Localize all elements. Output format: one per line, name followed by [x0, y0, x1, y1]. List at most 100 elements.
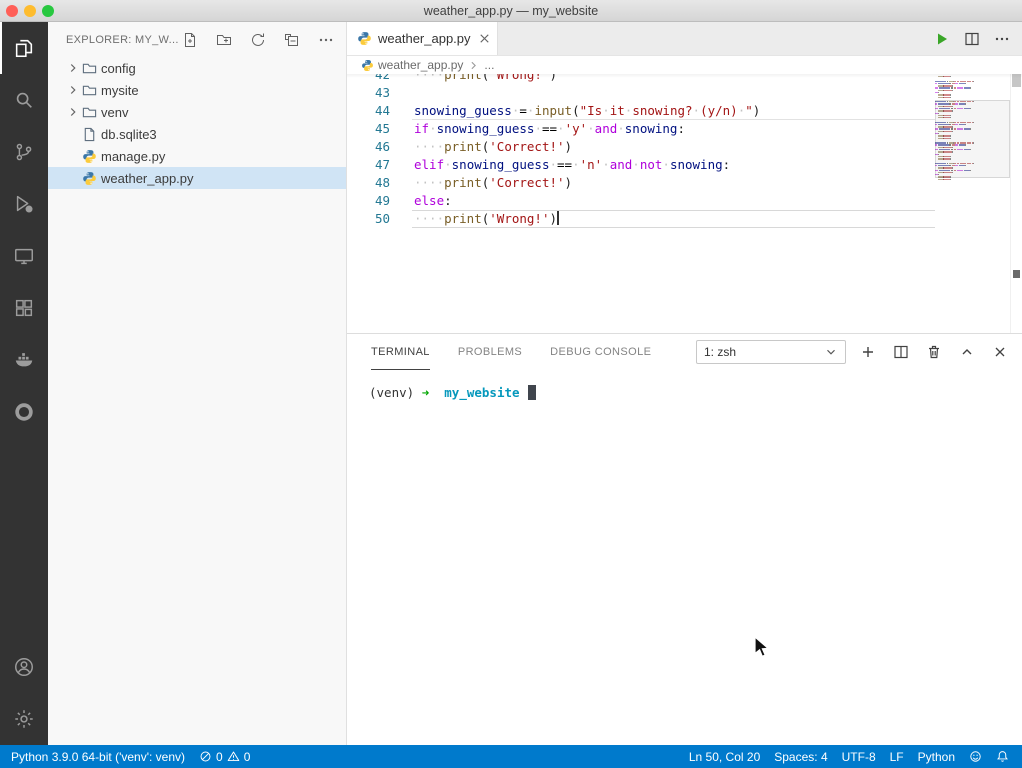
- panel-tab-problems[interactable]: PROBLEMS: [458, 334, 522, 370]
- tree-item-label: db.sqlite3: [101, 127, 157, 142]
- code-line-46[interactable]: 46····print('Correct!'): [347, 138, 935, 156]
- code-token: ·: [549, 157, 557, 172]
- code-line-text[interactable]: elif·snowing_guess·==·'n'·and·not·snowin…: [414, 156, 935, 174]
- tree-item-db-sqlite3[interactable]: db.sqlite3: [48, 123, 346, 145]
- code-line-text[interactable]: [414, 84, 935, 102]
- terminal-output[interactable]: (venv) ➜ my_website: [347, 370, 1022, 730]
- code-line-45[interactable]: 45if·snowing_guess·==·'y'·and·snowing:: [347, 120, 935, 138]
- code-token: if: [414, 121, 429, 136]
- python-file-icon: [361, 59, 374, 72]
- new-terminal-button[interactable]: [860, 344, 876, 360]
- code-line-text[interactable]: snowing_guess·=·input("Is·it·snowing?·(y…: [414, 102, 935, 120]
- breadcrumb-file[interactable]: weather_app.py: [378, 58, 463, 72]
- terminal-shell-select[interactable]: 1: zsh: [696, 340, 846, 364]
- code-line-42[interactable]: 42····print('Wrong!'): [347, 74, 935, 84]
- tree-item-label: venv: [101, 105, 128, 120]
- problems-status[interactable]: 00: [192, 745, 257, 768]
- close-panel-button[interactable]: [992, 344, 1008, 360]
- run-file-button[interactable]: [934, 31, 950, 47]
- code-line-48[interactable]: 48····print('Correct!'): [347, 174, 935, 192]
- code-line-text[interactable]: ····print('Correct!'): [414, 174, 935, 192]
- zoom-window-button[interactable]: [42, 5, 54, 17]
- code-token: snowing: [670, 157, 723, 172]
- scrollbar-thumb[interactable]: [1012, 74, 1021, 87]
- close-window-button[interactable]: [6, 5, 18, 17]
- python-icon: [82, 171, 101, 186]
- code-line-50[interactable]: 50····print('Wrong!'): [347, 210, 935, 228]
- code-line-text[interactable]: ····print('Wrong!'): [414, 74, 935, 84]
- line-number[interactable]: 46: [347, 138, 414, 156]
- activity-item-docker[interactable]: [0, 334, 48, 386]
- minimap-line: [935, 76, 1010, 77]
- activity-item-run-debug[interactable]: [0, 178, 48, 230]
- code-line-47[interactable]: 47elif·snowing_guess·==·'n'·and·not·snow…: [347, 156, 935, 174]
- code-token: ·: [557, 121, 565, 136]
- notifications-bell-button[interactable]: [989, 745, 1016, 768]
- new-folder-icon[interactable]: [216, 32, 232, 48]
- tree-item-mysite[interactable]: mysite: [48, 79, 346, 101]
- activity-item-search[interactable]: [0, 74, 48, 126]
- activity-item-remote-explorer[interactable]: [0, 230, 48, 282]
- line-number[interactable]: 49: [347, 192, 414, 210]
- line-number[interactable]: 42: [347, 74, 414, 84]
- activity-item-account[interactable]: [0, 641, 48, 693]
- line-number[interactable]: 48: [347, 174, 414, 192]
- code-token: ·: [429, 121, 437, 136]
- status-encoding[interactable]: UTF-8: [835, 745, 883, 768]
- more-editor-actions-button[interactable]: [994, 31, 1010, 47]
- refresh-icon[interactable]: [250, 32, 266, 48]
- minimap[interactable]: [935, 74, 1010, 333]
- code-line-text[interactable]: else:: [414, 192, 935, 210]
- split-terminal-button[interactable]: [893, 344, 909, 360]
- feedback-button[interactable]: [962, 745, 989, 768]
- code-line-44[interactable]: 44snowing_guess·=·input("Is·it·snowing?·…: [347, 102, 935, 120]
- bell-icon: [996, 750, 1009, 763]
- more-icon[interactable]: [318, 32, 334, 48]
- line-number[interactable]: 43: [347, 84, 414, 102]
- minimap-slider[interactable]: [935, 100, 1010, 178]
- status-language-mode[interactable]: Python: [911, 745, 962, 768]
- activity-item-circle[interactable]: [0, 386, 48, 438]
- activity-item-extensions[interactable]: [0, 282, 48, 334]
- activity-item-explorer[interactable]: [0, 22, 48, 74]
- source-control-icon: [13, 141, 35, 163]
- code-line-49[interactable]: 49else:: [347, 192, 935, 210]
- tree-item-config[interactable]: config: [48, 57, 346, 79]
- activity-item-source-control[interactable]: [0, 126, 48, 178]
- code-editor[interactable]: 42····print('Wrong!')4344snowing_guess·=…: [347, 74, 1022, 333]
- activity-item-settings[interactable]: [0, 693, 48, 745]
- new-file-icon[interactable]: [182, 32, 198, 48]
- code-line-text[interactable]: ····print('Wrong!'): [414, 210, 935, 228]
- line-number[interactable]: 47: [347, 156, 414, 174]
- collapse-all-icon[interactable]: [284, 32, 300, 48]
- minimize-window-button[interactable]: [24, 5, 36, 17]
- panel-tab-terminal[interactable]: TERMINAL: [371, 334, 430, 370]
- kill-terminal-button[interactable]: [926, 344, 942, 360]
- minimap-line: [935, 87, 1010, 88]
- code-token: ····: [414, 211, 444, 226]
- breadcrumb-symbol[interactable]: ...: [484, 58, 494, 72]
- code-token: snowing_guess: [414, 103, 512, 118]
- minimap-line: [935, 78, 1010, 79]
- code-token: 'y': [565, 121, 588, 136]
- status-eol[interactable]: LF: [883, 745, 911, 768]
- python-interpreter-status[interactable]: Python 3.9.0 64-bit ('venv': venv): [4, 745, 192, 768]
- code-line-text[interactable]: if·snowing_guess·==·'y'·and·snowing:: [414, 120, 935, 138]
- tree-item-venv[interactable]: venv: [48, 101, 346, 123]
- line-number[interactable]: 44: [347, 102, 414, 120]
- split-editor-button[interactable]: [964, 31, 980, 47]
- line-number[interactable]: 50: [347, 210, 414, 228]
- code-token: snowing: [625, 121, 678, 136]
- status-cursor-position[interactable]: Ln 50, Col 20: [682, 745, 767, 768]
- code-line-text[interactable]: ····print('Correct!'): [414, 138, 935, 156]
- maximize-panel-button[interactable]: [959, 344, 975, 360]
- tab-weather-app-py[interactable]: weather_app.py: [347, 22, 498, 55]
- code-line-43[interactable]: 43: [347, 84, 935, 102]
- scrollbar[interactable]: [1010, 74, 1022, 333]
- tree-item-weather-app-py[interactable]: weather_app.py: [48, 167, 346, 189]
- line-number[interactable]: 45: [347, 120, 414, 138]
- status-indentation[interactable]: Spaces: 4: [767, 745, 834, 768]
- panel-tab-debug-console[interactable]: DEBUG CONSOLE: [550, 334, 651, 370]
- tree-item-manage-py[interactable]: manage.py: [48, 145, 346, 167]
- close-tab-icon[interactable]: [477, 31, 492, 46]
